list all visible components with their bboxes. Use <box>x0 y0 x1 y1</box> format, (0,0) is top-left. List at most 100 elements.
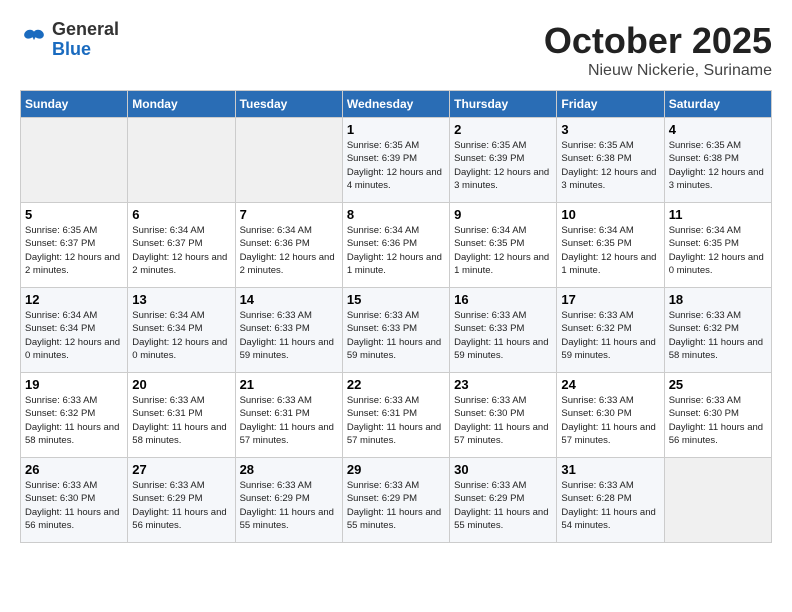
day-info: Sunrise: 6:33 AM Sunset: 6:33 PM Dayligh… <box>347 309 445 362</box>
calendar-week-row: 5 Sunrise: 6:35 AM Sunset: 6:37 PM Daylig… <box>21 203 772 288</box>
day-number: 31 <box>561 462 659 477</box>
calendar-cell: 30Sunrise: 6:33 AM Sunset: 6:29 PM Dayli… <box>450 458 557 543</box>
calendar-cell: 16Sunrise: 6:33 AM Sunset: 6:33 PM Dayli… <box>450 288 557 373</box>
calendar-cell: 22 Sunrise: 6:33 AM Sunset: 6:31 PM Dayli… <box>342 373 449 458</box>
day-number: 27 <box>132 462 230 477</box>
calendar-cell: 14 Sunrise: 6:33 AM Sunset: 6:33 PM Dayli… <box>235 288 342 373</box>
calendar-cell: 5 Sunrise: 6:35 AM Sunset: 6:37 PM Daylig… <box>21 203 128 288</box>
day-number: 30 <box>454 462 552 477</box>
day-info: Sunrise: 6:33 AM Sunset: 6:32 PM Dayligh… <box>561 309 659 362</box>
calendar-cell <box>664 458 771 543</box>
day-info: Sunrise: 6:33 AM Sunset: 6:30 PM Dayligh… <box>669 394 767 447</box>
location: Nieuw Nickerie, Suriname <box>544 62 772 80</box>
calendar-cell <box>128 118 235 203</box>
weekday-header: Monday <box>128 91 235 118</box>
day-info: Sunrise: 6:34 AM Sunset: 6:37 PM Dayligh… <box>132 224 230 277</box>
calendar-cell: 27 Sunrise: 6:33 AM Sunset: 6:29 PM Dayli… <box>128 458 235 543</box>
day-number: 1 <box>347 122 445 137</box>
day-number: 25 <box>669 377 767 392</box>
day-info: Sunrise: 6:33 AM Sunset: 6:29 PM Dayligh… <box>240 479 338 532</box>
calendar-cell: 23 Sunrise: 6:33 AM Sunset: 6:30 PM Dayli… <box>450 373 557 458</box>
day-number: 17 <box>561 292 659 307</box>
day-number: 9 <box>454 207 552 222</box>
calendar-cell: 17 Sunrise: 6:33 AM Sunset: 6:32 PM Dayli… <box>557 288 664 373</box>
day-info: Sunrise: 6:33 AM Sunset: 6:31 PM Dayligh… <box>240 394 338 447</box>
day-number: 29 <box>347 462 445 477</box>
day-info: Sunrise: 6:33 AM Sunset: 6:32 PM Dayligh… <box>669 309 767 362</box>
weekday-header: Thursday <box>450 91 557 118</box>
day-number: 3 <box>561 122 659 137</box>
calendar-week-row: 1 Sunrise: 6:35 AM Sunset: 6:39 PM Daylig… <box>21 118 772 203</box>
day-number: 26 <box>25 462 123 477</box>
calendar-week-row: 19 Sunrise: 6:33 AM Sunset: 6:32 PM Dayli… <box>21 373 772 458</box>
day-info: Sunrise: 6:33 AM Sunset: 6:33 PM Dayligh… <box>240 309 338 362</box>
day-number: 23 <box>454 377 552 392</box>
day-info: Sunrise: 6:33 AM Sunset: 6:28 PM Dayligh… <box>561 479 659 532</box>
day-number: 10 <box>561 207 659 222</box>
calendar-cell: 24Sunrise: 6:33 AM Sunset: 6:30 PM Dayli… <box>557 373 664 458</box>
day-number: 4 <box>669 122 767 137</box>
day-number: 11 <box>669 207 767 222</box>
logo: General Blue <box>20 20 119 60</box>
calendar-cell: 9 Sunrise: 6:34 AM Sunset: 6:35 PM Daylig… <box>450 203 557 288</box>
calendar-cell: 4 Sunrise: 6:35 AM Sunset: 6:38 PM Daylig… <box>664 118 771 203</box>
calendar-cell: 25 Sunrise: 6:33 AM Sunset: 6:30 PM Dayli… <box>664 373 771 458</box>
day-info: Sunrise: 6:33 AM Sunset: 6:33 PM Dayligh… <box>454 309 552 362</box>
day-info: Sunrise: 6:34 AM Sunset: 6:35 PM Dayligh… <box>561 224 659 277</box>
calendar-week-row: 26 Sunrise: 6:33 AM Sunset: 6:30 PM Dayli… <box>21 458 772 543</box>
calendar-cell <box>21 118 128 203</box>
day-info: Sunrise: 6:35 AM Sunset: 6:37 PM Dayligh… <box>25 224 123 277</box>
weekday-header: Tuesday <box>235 91 342 118</box>
day-number: 13 <box>132 292 230 307</box>
day-number: 22 <box>347 377 445 392</box>
day-info: Sunrise: 6:35 AM Sunset: 6:38 PM Dayligh… <box>669 139 767 192</box>
day-info: Sunrise: 6:33 AM Sunset: 6:31 PM Dayligh… <box>347 394 445 447</box>
day-info: Sunrise: 6:34 AM Sunset: 6:36 PM Dayligh… <box>347 224 445 277</box>
day-info: Sunrise: 6:34 AM Sunset: 6:36 PM Dayligh… <box>240 224 338 277</box>
calendar-cell: 1Sunrise: 6:35 AM Sunset: 6:39 PM Daylig… <box>342 118 449 203</box>
day-number: 21 <box>240 377 338 392</box>
day-number: 14 <box>240 292 338 307</box>
calendar-cell: 26 Sunrise: 6:33 AM Sunset: 6:30 PM Dayli… <box>21 458 128 543</box>
day-number: 12 <box>25 292 123 307</box>
day-number: 20 <box>132 377 230 392</box>
logo-bird-icon <box>20 26 48 54</box>
calendar-cell: 12 Sunrise: 6:34 AM Sunset: 6:34 PM Dayli… <box>21 288 128 373</box>
day-info: Sunrise: 6:35 AM Sunset: 6:39 PM Dayligh… <box>454 139 552 192</box>
day-number: 19 <box>25 377 123 392</box>
calendar-cell: 15 Sunrise: 6:33 AM Sunset: 6:33 PM Dayli… <box>342 288 449 373</box>
day-number: 5 <box>25 207 123 222</box>
day-info: Sunrise: 6:34 AM Sunset: 6:34 PM Dayligh… <box>25 309 123 362</box>
day-info: Sunrise: 6:33 AM Sunset: 6:29 PM Dayligh… <box>132 479 230 532</box>
day-info: Sunrise: 6:33 AM Sunset: 6:32 PM Dayligh… <box>25 394 123 447</box>
calendar-cell: 7Sunrise: 6:34 AM Sunset: 6:36 PM Daylig… <box>235 203 342 288</box>
day-info: Sunrise: 6:33 AM Sunset: 6:31 PM Dayligh… <box>132 394 230 447</box>
weekday-header: Wednesday <box>342 91 449 118</box>
calendar-cell: 6 Sunrise: 6:34 AM Sunset: 6:37 PM Daylig… <box>128 203 235 288</box>
calendar-cell: 13 Sunrise: 6:34 AM Sunset: 6:34 PM Dayli… <box>128 288 235 373</box>
weekday-header: Sunday <box>21 91 128 118</box>
day-number: 15 <box>347 292 445 307</box>
day-info: Sunrise: 6:34 AM Sunset: 6:35 PM Dayligh… <box>669 224 767 277</box>
logo-text: General Blue <box>52 20 119 60</box>
month-title: October 2025 <box>544 20 772 62</box>
day-info: Sunrise: 6:35 AM Sunset: 6:38 PM Dayligh… <box>561 139 659 192</box>
calendar-table: SundayMondayTuesdayWednesdayThursdayFrid… <box>20 90 772 543</box>
day-number: 8 <box>347 207 445 222</box>
calendar-cell: 2 Sunrise: 6:35 AM Sunset: 6:39 PM Daylig… <box>450 118 557 203</box>
title-block: October 2025 Nieuw Nickerie, Suriname <box>544 20 772 80</box>
day-info: Sunrise: 6:33 AM Sunset: 6:30 PM Dayligh… <box>454 394 552 447</box>
calendar-cell: 20 Sunrise: 6:33 AM Sunset: 6:31 PM Dayli… <box>128 373 235 458</box>
day-number: 6 <box>132 207 230 222</box>
calendar-cell: 28Sunrise: 6:33 AM Sunset: 6:29 PM Dayli… <box>235 458 342 543</box>
day-number: 2 <box>454 122 552 137</box>
weekday-header: Saturday <box>664 91 771 118</box>
weekday-header: Friday <box>557 91 664 118</box>
calendar-cell: 18Sunrise: 6:33 AM Sunset: 6:32 PM Dayli… <box>664 288 771 373</box>
day-info: Sunrise: 6:33 AM Sunset: 6:30 PM Dayligh… <box>25 479 123 532</box>
calendar-cell: 8 Sunrise: 6:34 AM Sunset: 6:36 PM Daylig… <box>342 203 449 288</box>
day-info: Sunrise: 6:33 AM Sunset: 6:30 PM Dayligh… <box>561 394 659 447</box>
calendar-cell: 3 Sunrise: 6:35 AM Sunset: 6:38 PM Daylig… <box>557 118 664 203</box>
day-info: Sunrise: 6:34 AM Sunset: 6:34 PM Dayligh… <box>132 309 230 362</box>
day-info: Sunrise: 6:34 AM Sunset: 6:35 PM Dayligh… <box>454 224 552 277</box>
